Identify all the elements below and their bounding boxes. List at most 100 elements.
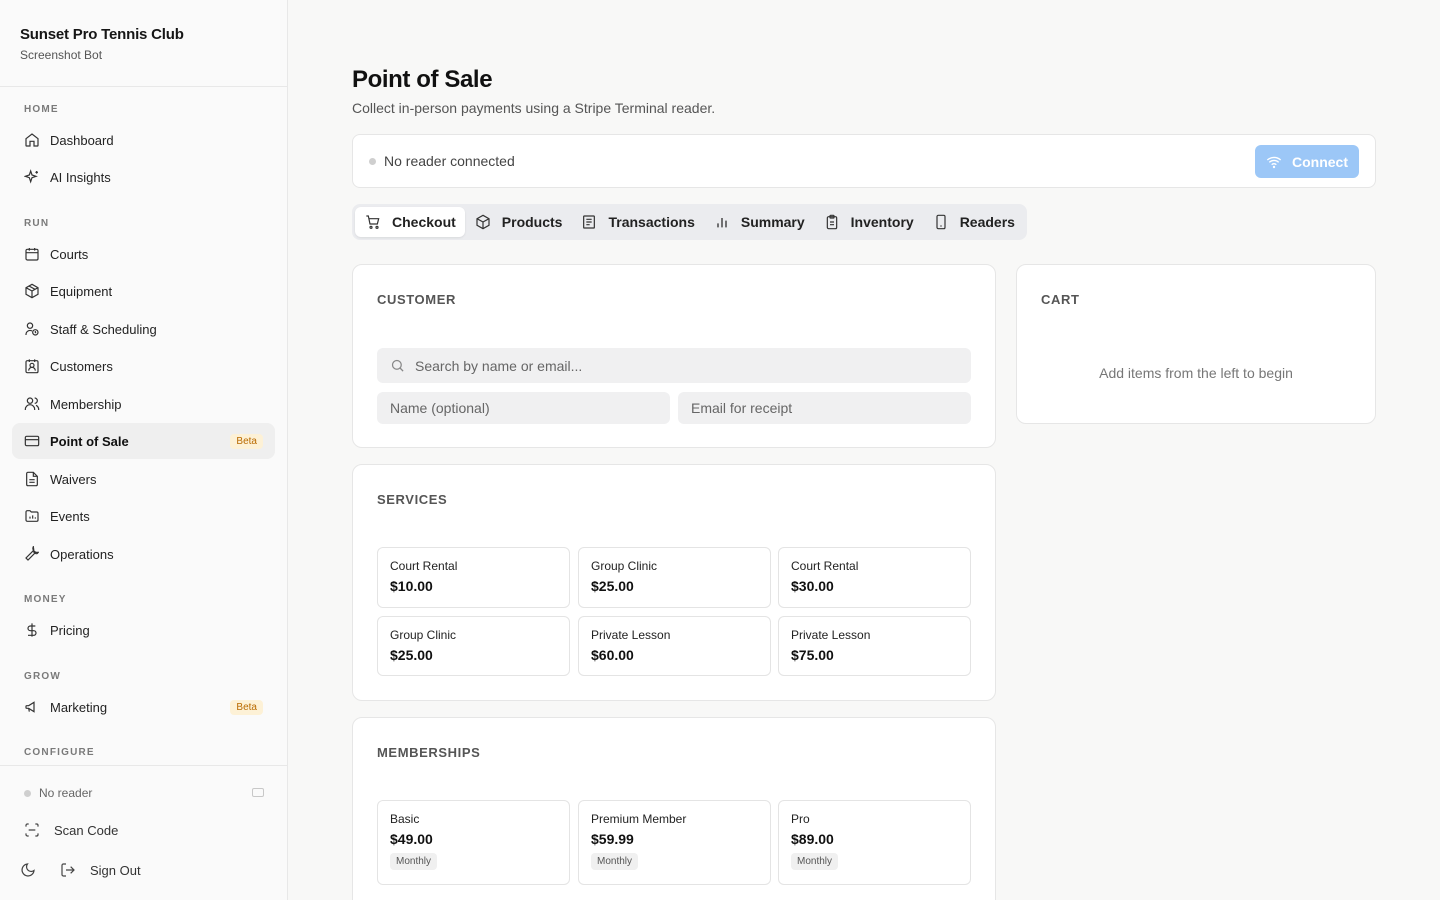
sidebar-item-ai-insights[interactable]: AI Insights xyxy=(12,159,275,195)
tab-readers[interactable]: Readers xyxy=(923,207,1024,237)
membership-item[interactable]: Basic $49.00 Monthly xyxy=(377,800,570,885)
membership-name: Pro xyxy=(791,812,810,826)
service-item[interactable]: Private Lesson $75.00 xyxy=(778,616,971,676)
sidebar-item-operations[interactable]: Operations xyxy=(12,536,275,572)
pos-tabs: Checkout Products Transactions Summary I… xyxy=(352,204,1027,240)
bar-chart-icon xyxy=(717,218,727,228)
customer-name-input[interactable]: Name (optional) xyxy=(377,392,670,424)
tab-products[interactable]: Products xyxy=(465,207,572,237)
sidebar-item-label: AI Insights xyxy=(50,169,111,185)
service-price: $25.00 xyxy=(390,647,433,663)
service-name: Private Lesson xyxy=(791,628,871,642)
search-placeholder: Search by name or email... xyxy=(415,357,583,374)
theme-toggle[interactable] xyxy=(20,862,50,878)
tab-label: Transactions xyxy=(608,214,695,230)
tab-label: Readers xyxy=(959,214,1015,230)
sign-out-button[interactable]: Sign Out xyxy=(60,862,141,878)
sidebar-item-customers[interactable]: Customers xyxy=(12,348,275,384)
email-placeholder: Email for receipt xyxy=(691,400,793,416)
service-name: Court Rental xyxy=(791,559,859,573)
connect-button[interactable]: Connect xyxy=(1255,145,1359,178)
tab-summary[interactable]: Summary xyxy=(704,207,814,237)
cart-title: CART xyxy=(1041,292,1080,307)
sidebar-item-label: Point of Sale xyxy=(50,433,129,449)
service-price: $75.00 xyxy=(791,647,834,663)
user-clock-icon xyxy=(24,321,40,337)
reader-icon[interactable] xyxy=(252,788,264,797)
log-out-icon xyxy=(61,863,75,877)
connect-label: Connect xyxy=(1292,153,1348,170)
contact-icon xyxy=(24,358,40,374)
sidebar-item-events[interactable]: Events xyxy=(12,498,275,534)
service-item[interactable]: Group Clinic $25.00 xyxy=(377,616,570,676)
membership-price: $89.00 xyxy=(791,831,834,847)
cart-empty-message: Add items from the left to begin xyxy=(1099,365,1293,381)
membership-name: Basic xyxy=(390,812,420,826)
tab-transactions[interactable]: Transactions xyxy=(571,207,703,237)
customer-search-input[interactable]: Search by name or email... xyxy=(377,348,971,383)
package-icon xyxy=(476,214,490,230)
membership-item[interactable]: Premium Member $59.99 Monthly xyxy=(578,800,771,885)
brand-sub: Screenshot Bot xyxy=(20,48,103,62)
scan-code-label: Scan Code xyxy=(54,822,119,838)
sidebar-item-label: Waivers xyxy=(50,471,97,487)
cart-icon xyxy=(366,215,380,229)
tab-label: Summary xyxy=(740,214,805,230)
service-item[interactable]: Group Clinic $25.00 xyxy=(578,547,771,608)
sidebar-item-label: Courts xyxy=(50,246,89,262)
sparkles-icon xyxy=(24,169,40,185)
sidebar-item-waivers[interactable]: Waivers xyxy=(12,461,275,497)
services-card: SERVICES Court Rental $10.00 Group Clini… xyxy=(352,464,996,701)
scan-code-button[interactable]: Scan Code xyxy=(24,822,118,838)
section-label-grow: GROW xyxy=(24,671,62,682)
membership-period: Monthly xyxy=(791,853,839,870)
megaphone-icon xyxy=(24,699,40,715)
membership-price: $49.00 xyxy=(390,831,433,847)
membership-item[interactable]: Pro $89.00 Monthly xyxy=(778,800,971,885)
scan-icon xyxy=(25,823,39,837)
sidebar-item-pricing[interactable]: Pricing xyxy=(12,612,275,648)
customer-title: CUSTOMER xyxy=(377,292,456,307)
service-price: $30.00 xyxy=(791,578,834,594)
users-icon xyxy=(24,396,40,412)
sidebar-item-label: Dashboard xyxy=(50,132,114,148)
sidebar-item-dashboard[interactable]: Dashboard xyxy=(12,122,275,158)
tab-label: Checkout xyxy=(392,214,456,230)
receipt-icon xyxy=(583,215,596,229)
sidebar-item-label: Marketing xyxy=(50,699,108,715)
service-item[interactable]: Court Rental $10.00 xyxy=(377,547,570,608)
sidebar-item-courts[interactable]: Courts xyxy=(12,236,275,272)
service-name: Group Clinic xyxy=(591,559,658,573)
service-item[interactable]: Private Lesson $60.00 xyxy=(578,616,771,676)
file-text-icon xyxy=(24,471,40,487)
service-price: $25.00 xyxy=(591,578,634,594)
sign-out-label: Sign Out xyxy=(90,862,141,878)
reader-connection-status: No reader connected xyxy=(369,153,515,169)
wrench-icon xyxy=(24,546,40,562)
sidebar-item-label: Staff & Scheduling xyxy=(50,321,157,337)
moon-icon xyxy=(21,863,35,877)
sidebar-item-staff[interactable]: Staff & Scheduling xyxy=(12,311,275,347)
receipt-email-input[interactable]: Email for receipt xyxy=(678,392,971,424)
page-subtitle: Collect in-person payments using a Strip… xyxy=(352,100,716,116)
services-title: SERVICES xyxy=(377,492,448,507)
brand: Sunset Pro Tennis Club Screenshot Bot xyxy=(0,0,287,87)
credit-card-icon xyxy=(24,433,40,449)
tab-label: Inventory xyxy=(850,214,914,230)
sidebar-item-point-of-sale[interactable]: Point of Sale Beta xyxy=(12,423,275,459)
reader-status: No reader xyxy=(24,786,264,800)
sidebar-item-label: Membership xyxy=(50,396,122,412)
search-icon xyxy=(391,359,404,372)
service-price: $60.00 xyxy=(591,647,634,663)
membership-name: Premium Member xyxy=(591,812,687,826)
sidebar-item-membership[interactable]: Membership xyxy=(12,386,275,422)
sidebar-item-marketing[interactable]: Marketing Beta xyxy=(12,689,275,725)
reader-bar: No reader connected Connect xyxy=(352,134,1376,188)
tab-checkout[interactable]: Checkout xyxy=(355,207,465,237)
tab-inventory[interactable]: Inventory xyxy=(814,207,923,237)
tablet-icon xyxy=(936,214,946,230)
service-item[interactable]: Court Rental $30.00 xyxy=(778,547,971,608)
sidebar-item-equipment[interactable]: Equipment xyxy=(12,273,275,309)
beta-badge: Beta xyxy=(230,433,263,449)
sidebar-item-label: Events xyxy=(50,508,90,524)
